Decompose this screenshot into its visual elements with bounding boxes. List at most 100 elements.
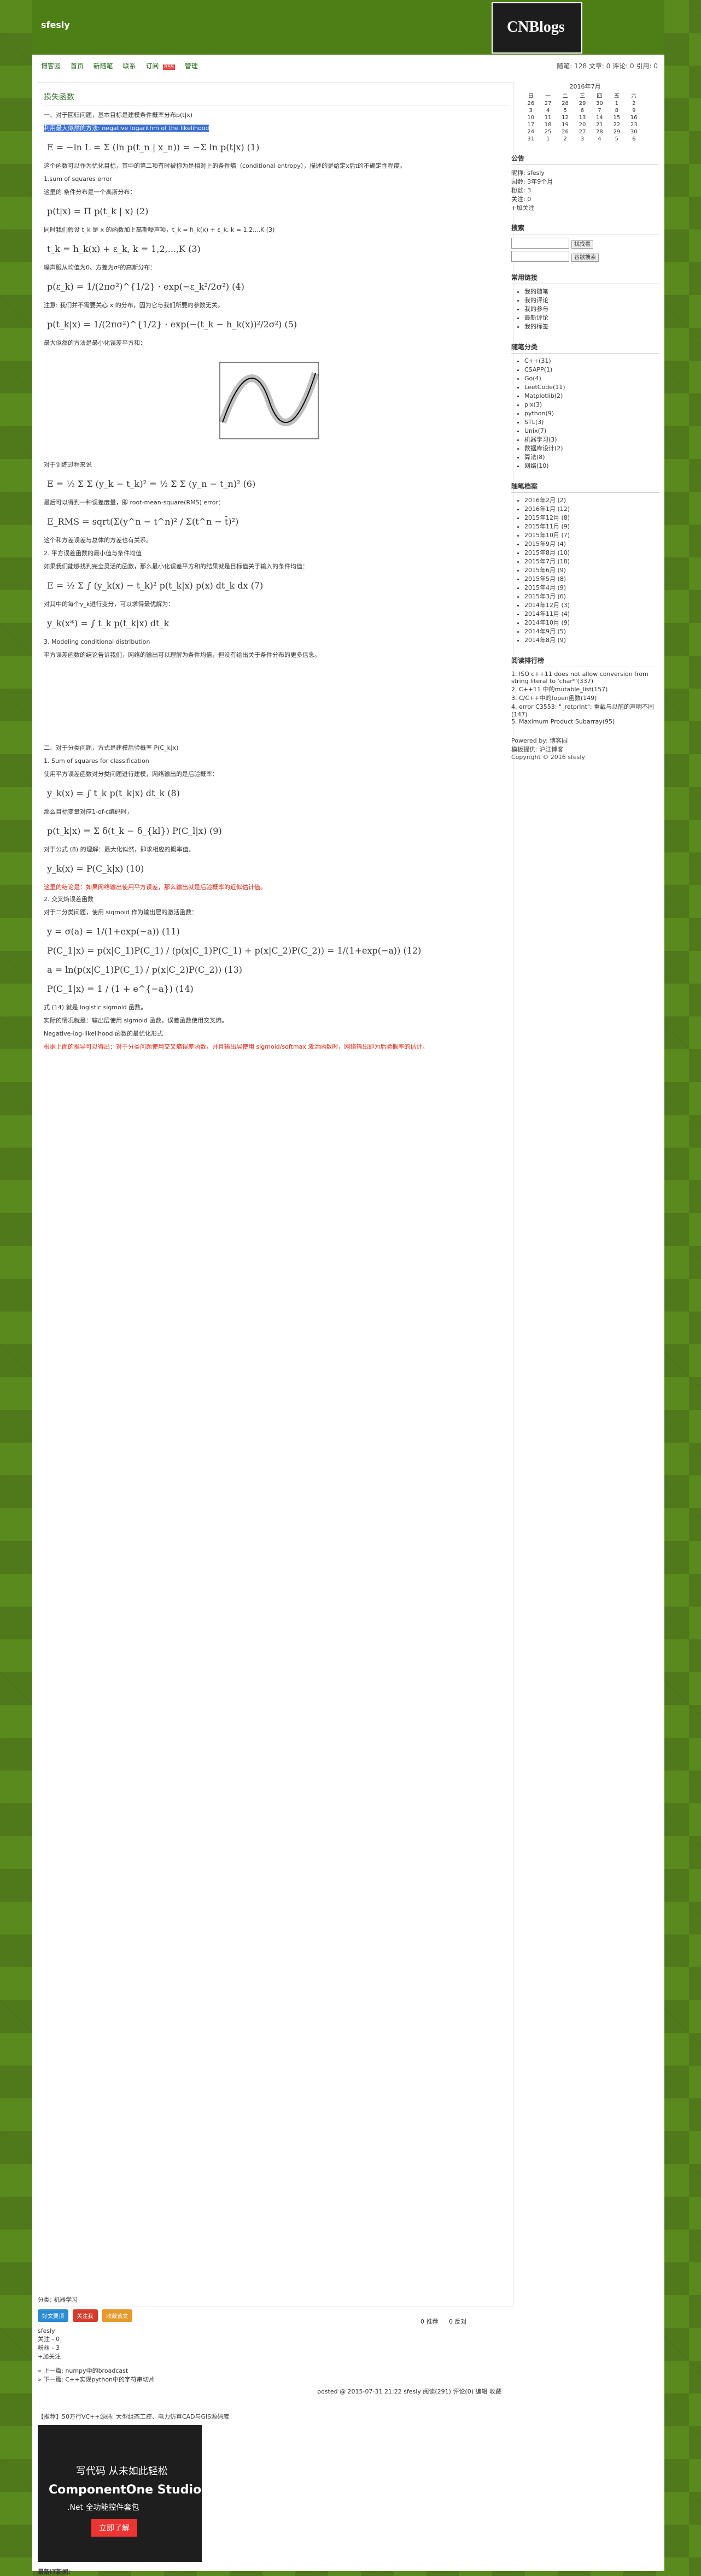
author-name[interactable]: sfesly xyxy=(38,2327,501,2334)
tag-item[interactable]: LeetCode(11) xyxy=(524,383,659,392)
cnblogs-logo[interactable]: CNBlogs xyxy=(492,2,582,54)
red-note-2: 根据上面的推导可以得出：对于分类问题使用交叉熵误差函数，并且输出层使用 sigm… xyxy=(44,1043,429,1050)
tag-item[interactable]: pix(3) xyxy=(524,401,659,409)
author-fans[interactable]: 粉丝 - 3 xyxy=(38,2343,501,2352)
weekday-wed: 三 xyxy=(579,93,585,99)
powered-by[interactable]: Powered by: 博客园 xyxy=(511,736,659,745)
post-category[interactable]: 分类: 机器学习 xyxy=(38,2295,501,2304)
tag-item[interactable]: 网络(10) xyxy=(524,462,659,470)
day: 22 xyxy=(613,122,621,128)
google-search-input[interactable] xyxy=(511,251,569,262)
nav-manage[interactable]: 管理 xyxy=(185,62,198,70)
archive-item[interactable]: 2016年2月 (2) xyxy=(524,496,659,505)
archive-item[interactable]: 2015年6月 (9) xyxy=(524,566,659,575)
day: 20 xyxy=(579,122,586,128)
day: 21 xyxy=(596,122,603,128)
notice-add-follow[interactable]: +加关注 xyxy=(511,203,659,212)
common-link[interactable]: 我的参与 xyxy=(524,305,659,314)
dislike-count[interactable]: 0 xyxy=(449,2318,453,2325)
rank-item[interactable]: 3. C/C++中的fopen函数(149) xyxy=(511,693,659,702)
search-button[interactable]: 找找看 xyxy=(571,240,593,249)
ad-hint[interactable]: 【推荐】50万行VC++源码: 大型组态工控、电力仿真CAD与GIS源码库 xyxy=(38,2412,501,2421)
day: 1 xyxy=(546,136,550,142)
day: 26 xyxy=(527,101,535,107)
author-follow[interactable]: 关注 - 0 xyxy=(38,2334,501,2343)
theme-by[interactable]: 模板提供: 沪江博客 xyxy=(511,745,659,754)
common-link[interactable]: 我的评论 xyxy=(524,296,659,305)
rank-item[interactable]: 2. C++11 中的mutable_list(157) xyxy=(511,685,659,693)
common-links-title: 常用链接 xyxy=(511,273,659,284)
archive-item[interactable]: 2014年10月 (9) xyxy=(524,619,659,627)
dislike-label[interactable]: 反对 xyxy=(455,2318,467,2325)
collect-button[interactable]: 收藏该文 xyxy=(102,2309,132,2322)
archive-item[interactable]: 2014年8月 (9) xyxy=(524,636,659,645)
like-label[interactable]: 推荐 xyxy=(427,2318,439,2325)
search-input[interactable] xyxy=(511,238,569,249)
rank-item[interactable]: 4. error C3553: "_retprint": 重载与以前的声明不同(… xyxy=(511,702,659,718)
tag-item[interactable]: CSAPP(1) xyxy=(524,366,659,374)
copyright: Copyright © 2016 sfesly xyxy=(511,754,585,761)
nav-home[interactable]: 首页 xyxy=(71,62,84,70)
vote-box: 0 推荐 0 反对 xyxy=(420,2317,467,2326)
tag-item[interactable]: STL(3) xyxy=(524,418,659,427)
tag-item[interactable]: C++(31) xyxy=(524,357,659,366)
archive-item[interactable]: 2015年7月 (18) xyxy=(524,557,659,566)
ad-banner[interactable]: 写代码 从未如此轻松 ComponentOne Studio .Net 全功能控… xyxy=(38,2425,202,2562)
nav-new-post[interactable]: 新随笔 xyxy=(94,62,113,70)
tag-item[interactable]: Go(4) xyxy=(524,374,659,383)
good-post-button[interactable]: 好文要顶 xyxy=(38,2309,68,2322)
notice-title: 公告 xyxy=(511,154,659,165)
archive-item[interactable]: 2015年10月 (7) xyxy=(524,531,659,540)
p13-text: 平方误差函数的结论告诉我们，网络的输出可以理解为条件均值，但没有给出关于条件分布… xyxy=(44,651,320,658)
archive-item[interactable]: 2015年8月 (10) xyxy=(524,549,659,557)
tag-item[interactable]: Unix(7) xyxy=(524,427,659,436)
tag-item[interactable]: Matplotlib(2) xyxy=(524,392,659,401)
p11-text: 对其中的每个y_k进行变分，可以求得最优解为： xyxy=(44,601,174,608)
p3-text: 噪声服从均值为0、方差为σ²的高斯分布： xyxy=(44,264,156,271)
notice-follow[interactable]: 关注: 0 xyxy=(511,195,659,203)
tag-item[interactable]: 机器学习(3) xyxy=(524,436,659,444)
day: 24 xyxy=(527,129,535,135)
nav-subscribe[interactable]: 订阅 xyxy=(145,62,159,70)
archive-item[interactable]: 2015年3月 (6) xyxy=(524,592,659,601)
common-link[interactable]: 我的标签 xyxy=(524,322,659,331)
rank-item[interactable]: 1. ISO c++11 does not allow conversion f… xyxy=(511,671,659,685)
nav-cnblogs[interactable]: 博客园 xyxy=(41,62,61,70)
common-link[interactable]: 我的随笔 xyxy=(524,287,659,296)
day: 25 xyxy=(544,129,552,135)
archive-item[interactable]: 2015年9月 (4) xyxy=(524,540,659,549)
like-count[interactable]: 0 xyxy=(420,2318,424,2325)
google-search-button[interactable]: 谷歌搜索 xyxy=(571,253,599,262)
archive-item[interactable]: 2015年4月 (9) xyxy=(524,584,659,592)
next-post-link[interactable]: » 下一篇: C++实现python中的字符串切片 xyxy=(38,2375,501,2384)
archive-item[interactable]: 2015年5月 (8) xyxy=(524,575,659,584)
archive-item[interactable]: 2014年12月 (3) xyxy=(524,601,659,610)
rank-item[interactable]: 5. Maximum Product Subarray(95) xyxy=(511,718,659,725)
archive-item[interactable]: 2015年11月 (9) xyxy=(524,522,659,531)
site-title[interactable]: sfesly xyxy=(41,20,70,30)
day: 6 xyxy=(580,108,585,114)
prev-post-link[interactable]: « 上一篇: numpy中的broadcast xyxy=(38,2366,501,2375)
nav-contact[interactable]: 联系 xyxy=(123,62,136,70)
archive-item[interactable]: 2014年9月 (5) xyxy=(524,627,659,636)
ad-button[interactable]: 立即了解 xyxy=(91,2519,137,2537)
p17-text: 对于公式 (8) 的理解：最大化似然，即求相应的概率值。 xyxy=(44,846,195,853)
archive-item[interactable]: 2016年1月 (12) xyxy=(524,505,659,514)
tag-item[interactable]: python(9) xyxy=(524,409,659,418)
tag-item[interactable]: 算法(8) xyxy=(524,453,659,462)
notice-nick[interactable]: 昵称: sfesly xyxy=(511,168,659,177)
day: 14 xyxy=(596,115,603,121)
ad-title-2: ComponentOne Studio xyxy=(49,2483,202,2497)
post-title[interactable]: 损失函数 xyxy=(44,88,507,106)
archive-item[interactable]: 2014年11月 (4) xyxy=(524,610,659,619)
page: sfesly CNBlogs 博客园 首页 新随笔 联系 订阅 RSS 管理 随… xyxy=(32,0,664,2575)
follow-me-button[interactable]: 关注我 xyxy=(72,2309,98,2322)
author-card: sfesly 关注 - 0 粉丝 - 3 +加关注 xyxy=(38,2327,501,2361)
notice-fans[interactable]: 粉丝: 3 xyxy=(511,186,659,195)
common-link[interactable]: 最新评论 xyxy=(524,314,659,322)
archive-item[interactable]: 2015年12月 (8) xyxy=(524,514,659,522)
author-add-follow[interactable]: +加关注 xyxy=(38,2352,501,2361)
tag-item[interactable]: 数据库设计(2) xyxy=(524,444,659,453)
day: 4 xyxy=(598,136,601,142)
day: 2 xyxy=(563,136,567,142)
